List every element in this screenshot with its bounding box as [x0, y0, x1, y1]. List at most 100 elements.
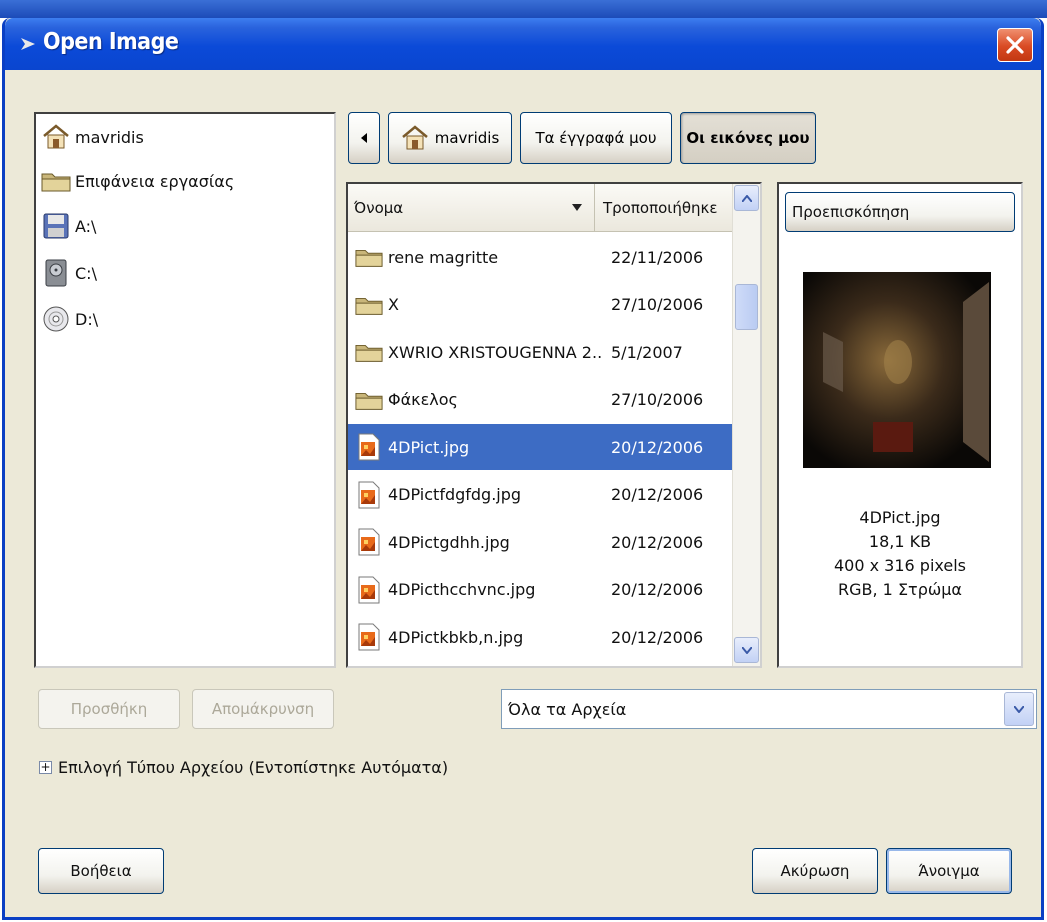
file-name: XWRIO XRISTOUGENNA 2... [388, 342, 603, 362]
add-bookmark-button[interactable]: Προσθήκη [38, 689, 180, 729]
file-row[interactable]: 4DPict.jpg 20/12/2006 [348, 424, 732, 470]
file-name: 4DPictfdgfdg.jpg [388, 485, 522, 504]
places-panel: mavridis Επιφάνεια εργασίας A:\ C:\ D:\ [34, 112, 336, 668]
place-item-c-drive[interactable]: C:\ [40, 256, 97, 290]
file-list: Όνομα Τροποποιήθηκε rene magritte 22/11/2… [346, 182, 762, 668]
image-file-icon [354, 527, 384, 557]
chevron-down-icon [1014, 705, 1024, 713]
file-modified-date: 27/10/2006 [611, 295, 704, 314]
path-back-button[interactable] [348, 112, 380, 164]
preview-dimensions: 400 x 316 pixels [833, 556, 966, 575]
file-row[interactable]: 4DPictkbkb,n.jpg 20/12/2006 [348, 614, 732, 660]
place-item-desktop[interactable]: Επιφάνεια εργασίας [40, 164, 234, 198]
file-name-cell: X [348, 290, 603, 320]
remove-bookmark-button[interactable]: Απομάκρυνση [192, 689, 334, 729]
chevron-up-icon [741, 194, 752, 202]
scroll-thumb[interactable] [735, 284, 758, 330]
file-row[interactable]: 4DPictgdhh.jpg 20/12/2006 [348, 519, 732, 565]
folder-icon [354, 242, 384, 272]
chevron-down-icon [741, 646, 752, 654]
open-button[interactable]: Άνοιγμα [886, 848, 1012, 894]
cancel-button[interactable]: Ακύρωση [752, 848, 878, 894]
path-pictures-button[interactable]: Οι εικόνες μου [680, 112, 816, 164]
place-label: C:\ [75, 263, 97, 283]
preview-panel: Προεπισκόπηση 4DPict.jpg 18,1 KB 400 x 3… [777, 182, 1023, 668]
file-name-cell: 4DPict.jpg [348, 432, 603, 462]
scroll-down-button[interactable] [734, 637, 759, 663]
file-modified-date: 22/11/2006 [611, 247, 704, 267]
folder-icon [354, 385, 384, 415]
file-modified-date: 27/10/2006 [611, 390, 704, 409]
floppy-icon [40, 211, 72, 241]
home-icon [40, 122, 72, 152]
file-modified-date: 20/12/2006 [611, 532, 704, 552]
file-modified-date: 20/12/2006 [611, 485, 704, 504]
file-name-cell: 4DPictfdgfdg.jpg [348, 480, 603, 510]
cdrom-icon [40, 304, 72, 334]
desktop-top-stripe [0, 0, 1047, 18]
home-icon [401, 125, 428, 150]
folder-icon [354, 337, 384, 367]
path-documents-button[interactable]: Τα έγγραφά μου [520, 112, 672, 164]
path-bar: mavridis Τα έγγραφά μου Οι εικόνες μου [348, 112, 816, 164]
file-name-cell: rene magritte [348, 242, 603, 272]
file-row[interactable]: rene magritte 22/11/2006 [348, 234, 732, 280]
file-type-label: Επιλογή Τύπου Αρχείου (Εντοπίστηκε Αυτόμ… [58, 758, 449, 777]
place-label: Επιφάνεια εργασίας [75, 171, 235, 191]
file-modified-date: 20/12/2006 [611, 437, 704, 457]
preview-thumbnail [803, 272, 991, 468]
path-home-button[interactable]: mavridis [388, 112, 512, 164]
file-name-cell: XWRIO XRISTOUGENNA 2... [348, 337, 603, 367]
column-header-modified[interactable]: Τροποποιήθηκε [595, 184, 732, 231]
scroll-up-button[interactable] [734, 185, 759, 211]
file-name: rene magritte [388, 247, 499, 267]
close-button[interactable] [997, 28, 1033, 62]
preview-size: 18,1 KB [868, 532, 932, 551]
file-row[interactable]: 4DPictfdgfdg.jpg 20/12/2006 [348, 472, 732, 518]
file-name: Φάκελος [388, 390, 458, 409]
filter-dropdown-button[interactable] [1004, 692, 1034, 726]
file-filter-value: Όλα τα Αρχεία [508, 699, 627, 719]
folder-icon [354, 290, 384, 320]
file-name-cell: Φάκελος [348, 385, 603, 415]
file-modified-date: 20/12/2006 [611, 580, 704, 599]
file-row[interactable]: 4DPicthcchvnc.jpg 20/12/2006 [348, 567, 732, 613]
column-header-name[interactable]: Όνομα [348, 184, 595, 231]
file-modified-date: 20/12/2006 [611, 627, 704, 647]
place-label: D:\ [75, 309, 99, 329]
file-name: 4DPictgdhh.jpg [388, 532, 510, 552]
file-row[interactable]: XWRIO XRISTOUGENNA 2... 5/1/2007 [348, 329, 732, 375]
path-home-label: mavridis [434, 129, 500, 147]
help-button[interactable]: Βοήθεια [38, 848, 164, 894]
place-item-floppy[interactable]: A:\ [40, 209, 96, 243]
chevron-left-icon [361, 133, 367, 143]
close-icon [1006, 36, 1024, 54]
preview-header-button[interactable]: Προεπισκόπηση [785, 192, 1015, 232]
folder-icon [40, 166, 72, 196]
file-name-cell: 4DPictkbkb,n.jpg [348, 622, 603, 652]
title-bar[interactable]: Open Image [5, 18, 1041, 70]
sort-descending-icon [572, 204, 582, 211]
image-file-icon [354, 432, 384, 462]
file-row[interactable]: X 27/10/2006 [348, 282, 732, 328]
file-list-header: Όνομα Τροποποιήθηκε [348, 184, 732, 232]
file-modified-date: 5/1/2007 [611, 342, 683, 362]
place-item-home[interactable]: mavridis [40, 120, 144, 154]
image-file-icon [354, 575, 384, 605]
file-list-scrollbar[interactable] [732, 184, 760, 666]
harddisk-icon [40, 258, 72, 288]
file-name: 4DPicthcchvnc.jpg [388, 580, 536, 599]
file-type-expander[interactable]: + Επιλογή Τύπου Αρχείου (Εντοπίστηκε Αυτ… [39, 758, 448, 777]
place-label: A:\ [75, 216, 97, 236]
file-name-cell: 4DPictgdhh.jpg [348, 527, 603, 557]
preview-filename: 4DPict.jpg [859, 508, 941, 527]
file-name: X [388, 295, 399, 314]
file-filter-select[interactable]: Όλα τα Αρχεία [501, 689, 1037, 729]
image-file-icon [354, 480, 384, 510]
column-name-label: Όνομα [354, 198, 404, 217]
place-item-d-drive[interactable]: D:\ [40, 302, 98, 336]
window-title: Open Image [43, 29, 179, 55]
place-label: mavridis [75, 127, 144, 147]
file-row[interactable]: Φάκελος 27/10/2006 [348, 377, 732, 423]
open-image-dialog: Open Image mavridis Επιφάνεια εργασίας A… [2, 18, 1044, 920]
